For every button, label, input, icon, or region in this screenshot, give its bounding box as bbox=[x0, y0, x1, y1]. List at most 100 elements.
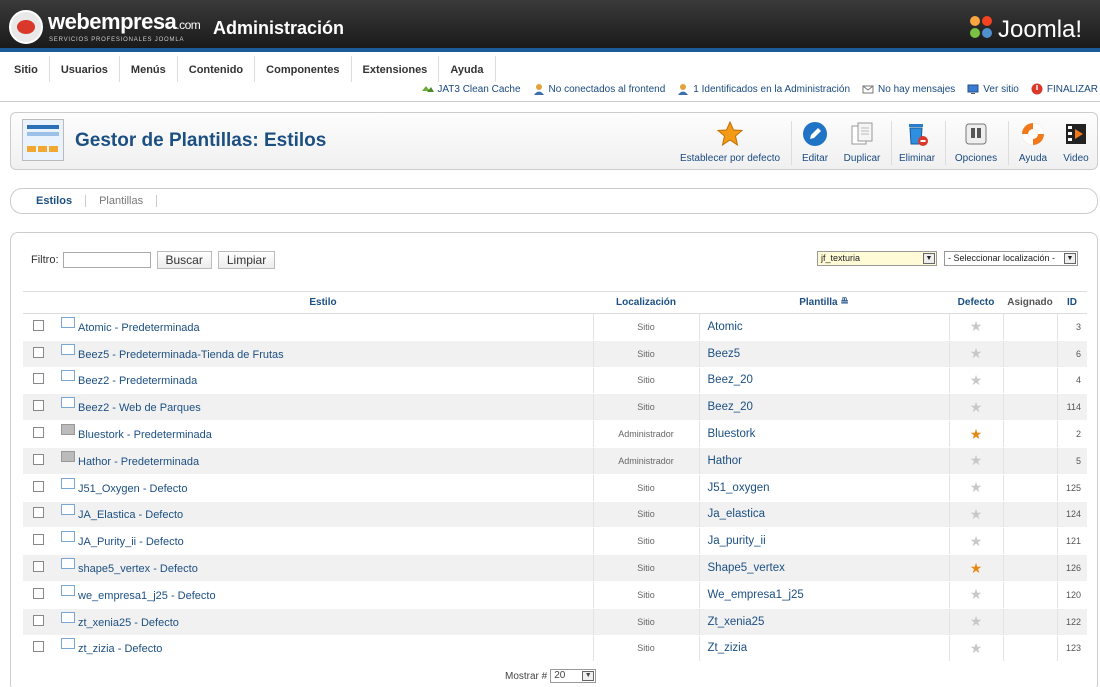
status-item-1[interactable]: No conectados al frontend bbox=[533, 83, 665, 95]
template-preview-icon[interactable] bbox=[61, 504, 75, 516]
default-star-icon[interactable]: ★ bbox=[970, 372, 983, 388]
default-star-icon[interactable]: ★ bbox=[970, 318, 983, 334]
duplicate-button[interactable]: Duplicar bbox=[841, 121, 883, 164]
options-button[interactable]: Opciones bbox=[951, 121, 1001, 164]
row-checkbox[interactable] bbox=[32, 346, 44, 358]
menu-item-4[interactable]: Componentes bbox=[255, 56, 352, 82]
template-link[interactable]: Atomic bbox=[699, 313, 949, 341]
template-preview-icon[interactable] bbox=[61, 316, 75, 328]
delete-button[interactable]: Eliminar bbox=[897, 121, 937, 164]
menu-item-0[interactable]: Sitio bbox=[3, 56, 50, 82]
style-link[interactable]: shape5_vertex - Defecto bbox=[78, 563, 198, 575]
video-button[interactable]: Video bbox=[1059, 121, 1093, 164]
default-star-icon[interactable]: ★ bbox=[970, 640, 983, 656]
template-link[interactable]: Zt_xenia25 bbox=[699, 608, 949, 636]
default-star-icon[interactable]: ★ bbox=[970, 560, 983, 576]
template-preview-icon[interactable] bbox=[61, 531, 75, 543]
row-checkbox[interactable] bbox=[32, 400, 44, 412]
template-link[interactable]: Ja_purity_ii bbox=[699, 527, 949, 556]
pagination-limit-select[interactable]: 20 ▼ bbox=[550, 669, 597, 683]
template-link[interactable]: J51_oxygen bbox=[699, 474, 949, 502]
search-button[interactable]: Buscar bbox=[156, 251, 212, 269]
style-link[interactable]: JA_Purity_ii - Defecto bbox=[78, 536, 184, 548]
template-link[interactable]: Zt_zizia bbox=[699, 635, 949, 663]
clear-button[interactable]: Limpiar bbox=[217, 251, 276, 269]
default-star-icon[interactable]: ★ bbox=[970, 479, 983, 495]
edit-button[interactable]: Editar bbox=[797, 121, 833, 164]
template-preview-icon[interactable] bbox=[61, 611, 75, 623]
row-checkbox[interactable] bbox=[32, 614, 44, 626]
row-checkbox[interactable] bbox=[32, 427, 44, 439]
template-preview-icon[interactable] bbox=[61, 584, 75, 596]
template-preview-icon[interactable] bbox=[61, 558, 75, 570]
menu-item-2[interactable]: Menús bbox=[120, 56, 178, 82]
col-template[interactable]: Plantilla ≞ bbox=[699, 291, 949, 314]
menu-item-3[interactable]: Contenido bbox=[178, 56, 256, 82]
style-link[interactable]: J51_Oxygen - Defecto bbox=[78, 483, 187, 495]
row-checkbox[interactable] bbox=[32, 587, 44, 599]
set-default-button[interactable]: Establecer por defecto bbox=[675, 120, 785, 164]
row-checkbox[interactable] bbox=[32, 480, 44, 492]
template-link[interactable]: Beez_20 bbox=[699, 367, 949, 395]
style-link[interactable]: zt_zizia - Defecto bbox=[78, 643, 162, 655]
row-checkbox[interactable] bbox=[32, 534, 44, 546]
template-link[interactable]: Shape5_vertex bbox=[699, 554, 949, 582]
col-location[interactable]: Localización bbox=[593, 291, 699, 314]
template-link[interactable]: We_empresa1_j25 bbox=[699, 581, 949, 609]
template-preview-icon[interactable] bbox=[61, 424, 75, 436]
row-checkbox[interactable] bbox=[32, 319, 44, 331]
style-link[interactable]: JA_Elastica - Defecto bbox=[78, 509, 183, 521]
row-checkbox[interactable] bbox=[32, 561, 44, 573]
template-filter-select[interactable]: jf_texturia ▼ bbox=[817, 251, 937, 266]
menu-item-1[interactable]: Usuarios bbox=[50, 56, 120, 82]
style-link[interactable]: we_empresa1_j25 - Defecto bbox=[78, 590, 216, 602]
template-preview-icon[interactable] bbox=[61, 343, 75, 355]
webempresa-logo-icon[interactable] bbox=[9, 10, 43, 44]
template-preview-icon[interactable] bbox=[61, 638, 75, 650]
brand-logo-text[interactable]: webempresa.com bbox=[48, 9, 201, 35]
style-link[interactable]: Hathor - Predeterminada bbox=[78, 456, 199, 468]
tab-templates[interactable]: Plantillas bbox=[86, 195, 158, 207]
menu-item-5[interactable]: Extensiones bbox=[352, 56, 440, 82]
template-preview-icon[interactable] bbox=[61, 370, 75, 382]
default-star-icon[interactable]: ★ bbox=[970, 533, 983, 549]
style-link[interactable]: zt_xenia25 - Defecto bbox=[78, 617, 179, 629]
status-item-5[interactable]: FINALIZAR bbox=[1031, 83, 1098, 95]
col-id[interactable]: ID bbox=[1057, 291, 1087, 314]
style-link[interactable]: Beez2 - Predeterminada bbox=[78, 375, 197, 387]
status-item-0[interactable]: JAT3 Clean Cache bbox=[421, 83, 521, 95]
col-style[interactable]: Estilo bbox=[53, 291, 593, 314]
menu-item-6[interactable]: Ayuda bbox=[439, 56, 496, 82]
location-filter-select[interactable]: - Seleccionar localización - ▼ bbox=[944, 251, 1078, 266]
row-checkbox[interactable] bbox=[32, 453, 44, 465]
row-checkbox[interactable] bbox=[32, 373, 44, 385]
template-link[interactable]: Ja_elastica bbox=[699, 501, 949, 529]
help-button[interactable]: Ayuda bbox=[1015, 121, 1051, 164]
default-star-icon[interactable]: ★ bbox=[970, 452, 983, 468]
default-star-icon[interactable]: ★ bbox=[970, 506, 983, 522]
template-preview-icon[interactable] bbox=[61, 397, 75, 409]
template-preview-icon[interactable] bbox=[61, 477, 75, 489]
default-star-icon[interactable]: ★ bbox=[970, 399, 983, 415]
template-link[interactable]: Beez5 bbox=[699, 340, 949, 368]
filter-input[interactable] bbox=[62, 252, 151, 268]
default-star-icon[interactable]: ★ bbox=[970, 613, 983, 629]
status-item-3[interactable]: No hay mensajes bbox=[862, 83, 955, 95]
status-item-2[interactable]: 1 Identificados en la Administración bbox=[677, 83, 850, 95]
template-link[interactable]: Hathor bbox=[699, 447, 949, 475]
style-link[interactable]: Beez5 - Predeterminada-Tienda de Frutas bbox=[78, 349, 284, 361]
template-link[interactable]: Beez_20 bbox=[699, 393, 949, 422]
default-star-icon[interactable]: ★ bbox=[970, 426, 983, 442]
col-default[interactable]: Defecto bbox=[949, 291, 1003, 314]
style-link[interactable]: Bluestork - Predeterminada bbox=[78, 429, 212, 441]
default-star-icon[interactable]: ★ bbox=[970, 345, 983, 361]
default-star-icon[interactable]: ★ bbox=[970, 586, 983, 602]
style-link[interactable]: Atomic - Predeterminada bbox=[78, 322, 200, 334]
tab-styles[interactable]: Estilos bbox=[23, 195, 87, 207]
row-checkbox[interactable] bbox=[32, 641, 44, 653]
template-preview-icon[interactable] bbox=[61, 450, 75, 462]
row-checkbox[interactable] bbox=[32, 507, 44, 519]
status-item-4[interactable]: Ver sitio bbox=[967, 83, 1019, 95]
style-link[interactable]: Beez2 - Web de Parques bbox=[78, 402, 201, 414]
template-link[interactable]: Bluestork bbox=[699, 420, 949, 448]
